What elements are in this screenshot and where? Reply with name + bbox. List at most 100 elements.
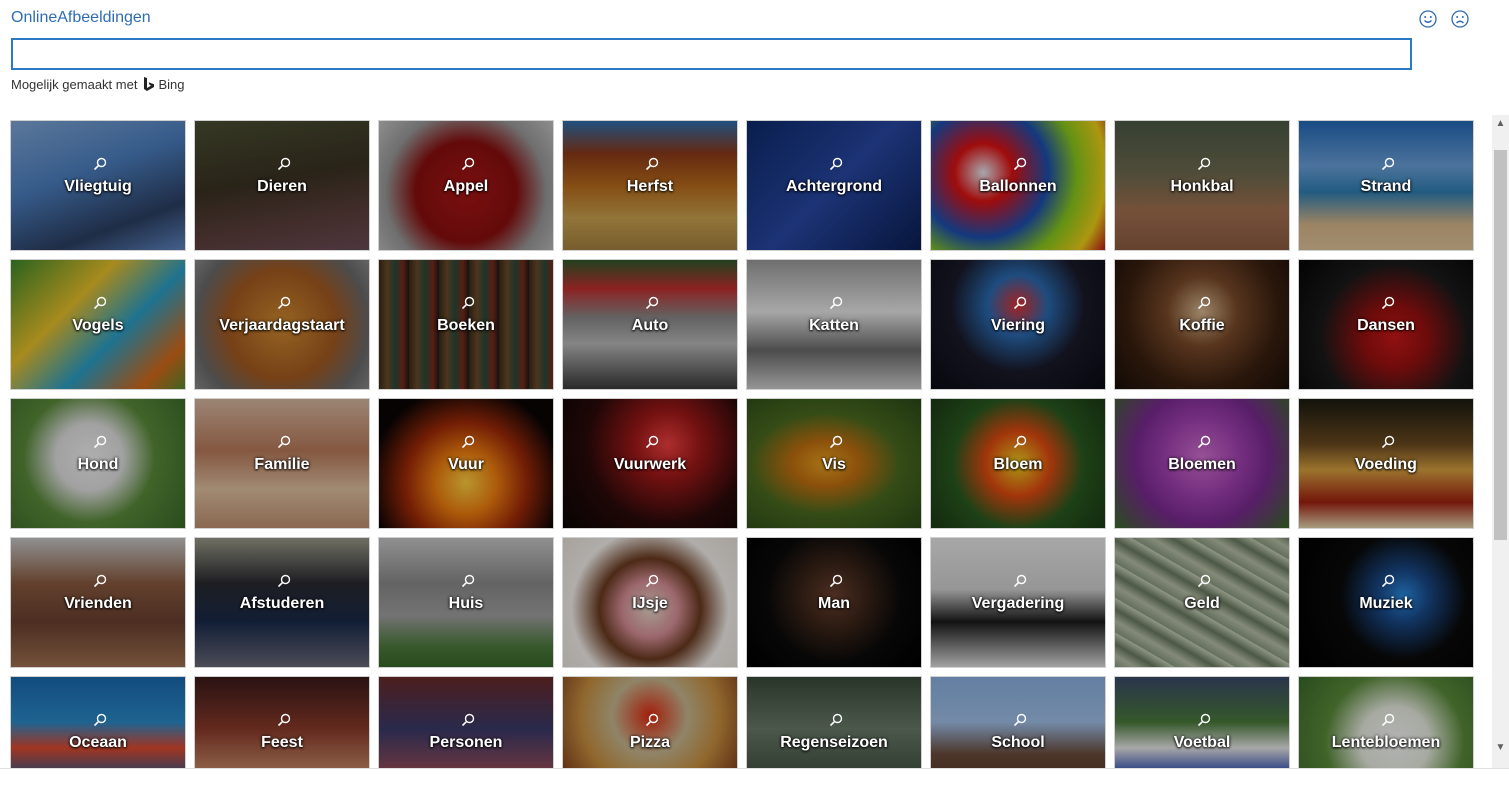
category-tile[interactable]: Dieren — [194, 120, 370, 251]
search-icon — [829, 574, 843, 588]
search-icon — [1013, 157, 1027, 171]
search-input[interactable] — [11, 38, 1412, 70]
category-tile[interactable]: IJsje — [562, 537, 738, 668]
search-icon — [645, 713, 659, 727]
search-icon — [1013, 296, 1027, 310]
category-tile[interactable]: Dansen — [1298, 259, 1474, 390]
category-tile[interactable]: Familie — [194, 398, 370, 529]
category-tile[interactable]: Huis — [378, 537, 554, 668]
category-tile[interactable]: Pizza — [562, 676, 738, 768]
search-icon — [829, 296, 843, 310]
category-tile[interactable]: Koffie — [1114, 259, 1290, 390]
search-icon — [277, 157, 291, 171]
search-icon — [93, 435, 107, 449]
chevron-up-icon[interactable]: ▲ — [1492, 115, 1509, 132]
search-icon — [1197, 574, 1211, 588]
category-label: Vis — [822, 456, 846, 473]
search-icon — [1381, 296, 1395, 310]
category-tile[interactable]: Strand — [1298, 120, 1474, 251]
category-label: Herfst — [626, 178, 674, 195]
frown-icon[interactable] — [1450, 9, 1470, 29]
category-label: Huis — [448, 595, 484, 612]
category-label: Feest — [261, 734, 303, 751]
search-icon — [1013, 435, 1027, 449]
search-icon — [93, 296, 107, 310]
category-label: Lentebloemen — [1331, 734, 1441, 751]
results-viewport: Vliegtuig Dieren Appel Herfst Achtergrond Bal… — [0, 115, 1492, 768]
smile-icon[interactable] — [1418, 9, 1438, 29]
category-label: Viering — [991, 317, 1045, 334]
category-tile[interactable]: Bloemen — [1114, 398, 1290, 529]
bing-logo-icon — [144, 77, 155, 91]
bing-label: Bing — [158, 77, 185, 92]
category-label: Familie — [254, 456, 310, 473]
category-tile[interactable]: School — [930, 676, 1106, 768]
search-icon — [1381, 157, 1395, 171]
category-tile[interactable]: Oceaan — [10, 676, 186, 768]
category-tile[interactable]: Bloem — [930, 398, 1106, 529]
search-icon — [461, 296, 475, 310]
category-tile[interactable]: Vis — [746, 398, 922, 529]
category-tile[interactable]: Auto — [562, 259, 738, 390]
category-tile[interactable]: Hond — [10, 398, 186, 529]
category-tile[interactable]: Vergadering — [930, 537, 1106, 668]
scroll-thumb[interactable] — [1494, 150, 1507, 540]
category-tile[interactable]: Katten — [746, 259, 922, 390]
category-tile[interactable]: Voetbal — [1114, 676, 1290, 768]
category-label: IJsje — [632, 595, 668, 612]
category-tile[interactable]: Voeding — [1298, 398, 1474, 529]
feedback-group — [1418, 9, 1470, 29]
search-icon — [277, 435, 291, 449]
category-label: Verjaardagstaart — [219, 317, 345, 334]
category-tile[interactable]: Feest — [194, 676, 370, 768]
category-label: Personen — [429, 734, 503, 751]
search-icon — [645, 435, 659, 449]
category-tile[interactable]: Boeken — [378, 259, 554, 390]
category-label: Auto — [631, 317, 669, 334]
category-tile[interactable]: Regenseizoen — [746, 676, 922, 768]
category-label: Dieren — [257, 178, 307, 195]
search-icon — [277, 713, 291, 727]
category-tile[interactable]: Lentebloemen — [1298, 676, 1474, 768]
search-icon — [1381, 574, 1395, 588]
search-icon — [1197, 157, 1211, 171]
search-icon — [93, 574, 107, 588]
search-icon — [1013, 713, 1027, 727]
search-icon — [277, 574, 291, 588]
category-tile[interactable]: Afstuderen — [194, 537, 370, 668]
category-tile[interactable]: Ballonnen — [930, 120, 1106, 251]
category-tile[interactable]: Herfst — [562, 120, 738, 251]
category-tile[interactable]: Geld — [1114, 537, 1290, 668]
search-icon — [645, 157, 659, 171]
category-tile[interactable]: Honkbal — [1114, 120, 1290, 251]
category-label: Appel — [443, 178, 489, 195]
powered-by: Mogelijk gemaakt met Bing — [11, 77, 184, 92]
category-tile[interactable]: Vrienden — [10, 537, 186, 668]
vertical-scrollbar[interactable]: ▲ ▼ — [1492, 115, 1509, 768]
category-label: Oceaan — [69, 734, 127, 751]
category-tile[interactable]: Vuur — [378, 398, 554, 529]
search-icon — [1197, 296, 1211, 310]
category-tile[interactable]: Vliegtuig — [10, 120, 186, 251]
category-tile[interactable]: Man — [746, 537, 922, 668]
category-label: Vrienden — [64, 595, 132, 612]
category-tile[interactable]: Vuurwerk — [562, 398, 738, 529]
category-tile[interactable]: Verjaardagstaart — [194, 259, 370, 390]
search-icon — [829, 157, 843, 171]
category-tile[interactable]: Achtergrond — [746, 120, 922, 251]
category-label: Afstuderen — [239, 595, 325, 612]
category-label: Vogels — [72, 317, 124, 334]
search-icon — [645, 574, 659, 588]
search-icon — [93, 713, 107, 727]
category-tile[interactable]: Appel — [378, 120, 554, 251]
category-tile[interactable]: Vogels — [10, 259, 186, 390]
category-label: Vliegtuig — [64, 178, 132, 195]
category-tile[interactable]: Personen — [378, 676, 554, 768]
category-label: Bloem — [993, 456, 1043, 473]
category-tile[interactable]: Viering — [930, 259, 1106, 390]
chevron-down-icon[interactable]: ▼ — [1492, 739, 1509, 756]
bing-link[interactable]: Bing — [143, 77, 184, 92]
category-tile[interactable]: Muziek — [1298, 537, 1474, 668]
search-icon — [645, 296, 659, 310]
category-label: Vuurwerk — [613, 456, 687, 473]
